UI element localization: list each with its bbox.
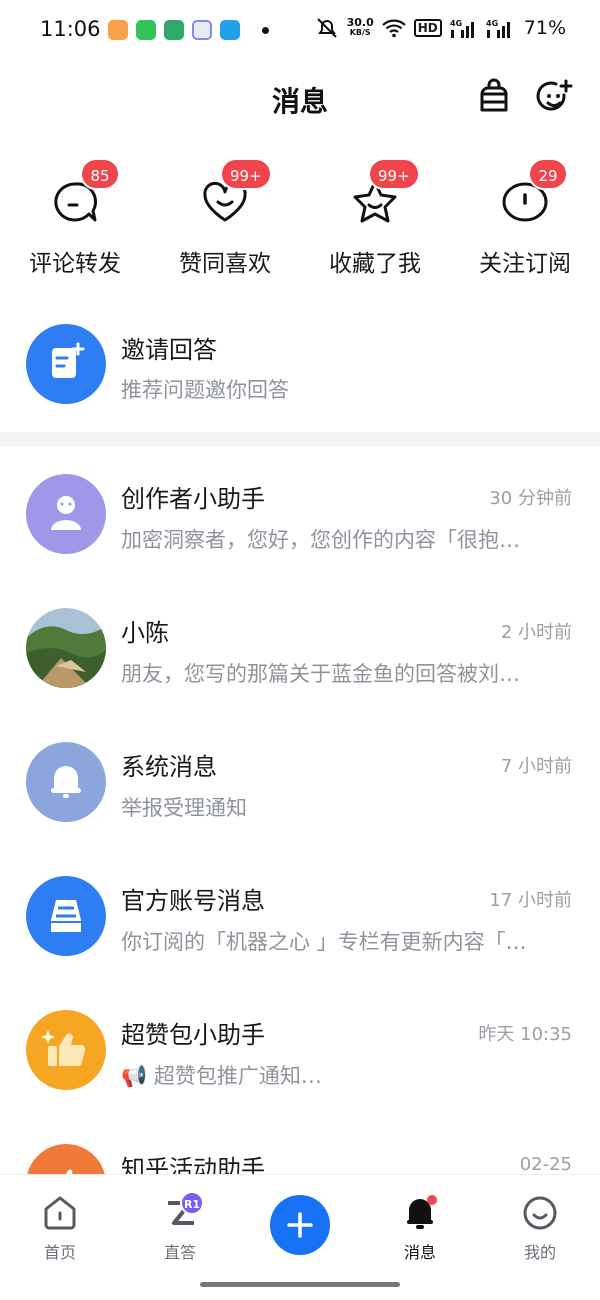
invite-answer-row[interactable]: 邀请回答 推荐问题邀你回答 bbox=[0, 310, 600, 424]
bell-icon bbox=[407, 1195, 437, 1229]
message-time: 30 分钟前 bbox=[489, 488, 572, 509]
message-preview: 你订阅的「机器之心 」专栏有更新内容「… bbox=[121, 930, 527, 954]
quick-action-label: 评论转发 bbox=[29, 251, 121, 277]
nav-messages[interactable]: 消息 bbox=[360, 1175, 480, 1271]
message-preview: 📢 超赞包推广通知… bbox=[121, 1064, 322, 1088]
clover-notification-icon bbox=[192, 20, 212, 40]
message-list: 创作者小助手 30 分钟前 加密洞察者，您好，您创作的内容「很抱… 小陈 2 小… bbox=[0, 446, 600, 1174]
add-friend-icon[interactable] bbox=[534, 78, 574, 118]
message-sender: 超赞包小助手 bbox=[121, 1021, 265, 1049]
quick-action-follow[interactable]: 29 关注订阅 bbox=[450, 150, 600, 290]
message-preview: 举报受理通知 bbox=[121, 796, 247, 820]
svg-text:4G: 4G bbox=[486, 19, 498, 28]
more-notifications-dot bbox=[262, 26, 269, 34]
signal-icon-2: 4G bbox=[486, 19, 510, 38]
svg-text:4G: 4G bbox=[450, 19, 462, 28]
nav-label: 消息 bbox=[403, 1243, 436, 1262]
e-notification-icon bbox=[220, 20, 240, 40]
create-button[interactable] bbox=[270, 1195, 330, 1255]
invite-title: 邀请回答 bbox=[121, 336, 217, 364]
list-item[interactable]: 超赞包小助手 昨天 10:35 📢 超赞包推广通知… bbox=[0, 982, 600, 1116]
message-sender: 知乎活动助手 bbox=[121, 1155, 265, 1174]
message-sender: 创作者小助手 bbox=[121, 485, 265, 513]
r1-badge: R1 bbox=[180, 1191, 204, 1215]
quick-action-label: 关注订阅 bbox=[479, 251, 571, 277]
message-sender: 小陈 bbox=[121, 619, 169, 647]
message-preview: 加密洞察者，您好，您创作的内容「很抱… bbox=[121, 528, 520, 552]
quick-action-favorites[interactable]: 99+ 收藏了我 bbox=[300, 150, 450, 290]
message-time: 2 小时前 bbox=[500, 622, 572, 643]
status-time: 11:06 bbox=[40, 17, 101, 41]
list-item[interactable]: 官方账号消息 17 小时前 你订阅的「机器之心 」专栏有更新内容「… bbox=[0, 848, 600, 982]
chat-notification-icon bbox=[136, 20, 156, 40]
message-preview: 朋友，您写的那篇关于蓝金鱼的回答被刘… bbox=[121, 662, 520, 686]
network-speed: 30.0 KB/S bbox=[346, 16, 374, 37]
activity-assistant-avatar bbox=[26, 1144, 106, 1174]
comments-badge: 85 bbox=[80, 158, 120, 190]
message-sender: 官方账号消息 bbox=[121, 887, 265, 915]
mute-icon bbox=[316, 18, 337, 38]
list-item[interactable]: 小陈 2 小时前 朋友，您写的那篇关于蓝金鱼的回答被刘… bbox=[0, 580, 600, 714]
invite-subtitle: 推荐问题邀你回答 bbox=[121, 378, 289, 402]
message-time: 昨天 10:35 bbox=[478, 1024, 572, 1045]
signal-icon: 4G bbox=[450, 19, 474, 38]
notification-icons bbox=[108, 20, 269, 40]
nav-home[interactable]: 首页 bbox=[0, 1175, 120, 1271]
quick-action-label: 赞同喜欢 bbox=[179, 251, 271, 277]
battery-level: 71% bbox=[523, 17, 566, 39]
message-time: 7 小时前 bbox=[500, 756, 572, 777]
app-notification-icon bbox=[108, 20, 128, 40]
section-divider bbox=[0, 432, 600, 446]
hd-icon: HD bbox=[413, 19, 442, 37]
quick-action-label: 收藏了我 bbox=[329, 251, 421, 277]
message-time: 02-25 bbox=[519, 1154, 572, 1174]
message-sender: 系统消息 bbox=[121, 753, 217, 781]
list-item[interactable]: 知乎活动助手 02-25 bbox=[0, 1116, 600, 1174]
nav-label: 首页 bbox=[43, 1243, 76, 1262]
header: 消息 bbox=[0, 62, 600, 136]
quick-action-likes[interactable]: 99+ 赞同喜欢 bbox=[150, 150, 300, 290]
nav-profile[interactable]: 我的 bbox=[480, 1175, 600, 1271]
quick-action-comments[interactable]: 85 评论转发 bbox=[0, 150, 150, 290]
shop-icon[interactable] bbox=[474, 78, 514, 118]
wifi-icon bbox=[381, 19, 406, 38]
favorites-badge: 99+ bbox=[368, 158, 420, 190]
creator-assistant-avatar bbox=[26, 474, 106, 554]
quick-actions: 85 评论转发 99+ 赞同喜欢 99+ 收藏了我 29 关注订阅 bbox=[0, 150, 600, 290]
home-indicator[interactable] bbox=[200, 1282, 400, 1287]
follow-badge: 29 bbox=[528, 158, 568, 190]
likes-badge: 99+ bbox=[220, 158, 272, 190]
profile-icon bbox=[523, 1196, 557, 1230]
thumbs-up-icon bbox=[26, 1010, 106, 1090]
bell-icon bbox=[26, 742, 106, 822]
nav-label: 直答 bbox=[163, 1243, 196, 1262]
home-icon bbox=[44, 1196, 76, 1230]
nav-label: 我的 bbox=[523, 1243, 556, 1262]
status-indicators: 30.0 KB/S HD 4G 4G 71% bbox=[315, 16, 566, 40]
official-account-icon bbox=[26, 876, 106, 956]
game-notification-icon bbox=[164, 20, 184, 40]
plus-icon bbox=[287, 1212, 313, 1238]
user-avatar bbox=[26, 608, 106, 688]
nav-zhida[interactable]: 直答 bbox=[120, 1175, 240, 1271]
invite-icon bbox=[26, 324, 106, 404]
message-time: 17 小时前 bbox=[489, 890, 572, 911]
status-bar: 11:06 30.0 KB/S HD 4G 4G 71% bbox=[0, 0, 600, 62]
list-item[interactable]: 系统消息 7 小时前 举报受理通知 bbox=[0, 714, 600, 848]
list-item[interactable]: 创作者小助手 30 分钟前 加密洞察者，您好，您创作的内容「很抱… bbox=[0, 446, 600, 580]
